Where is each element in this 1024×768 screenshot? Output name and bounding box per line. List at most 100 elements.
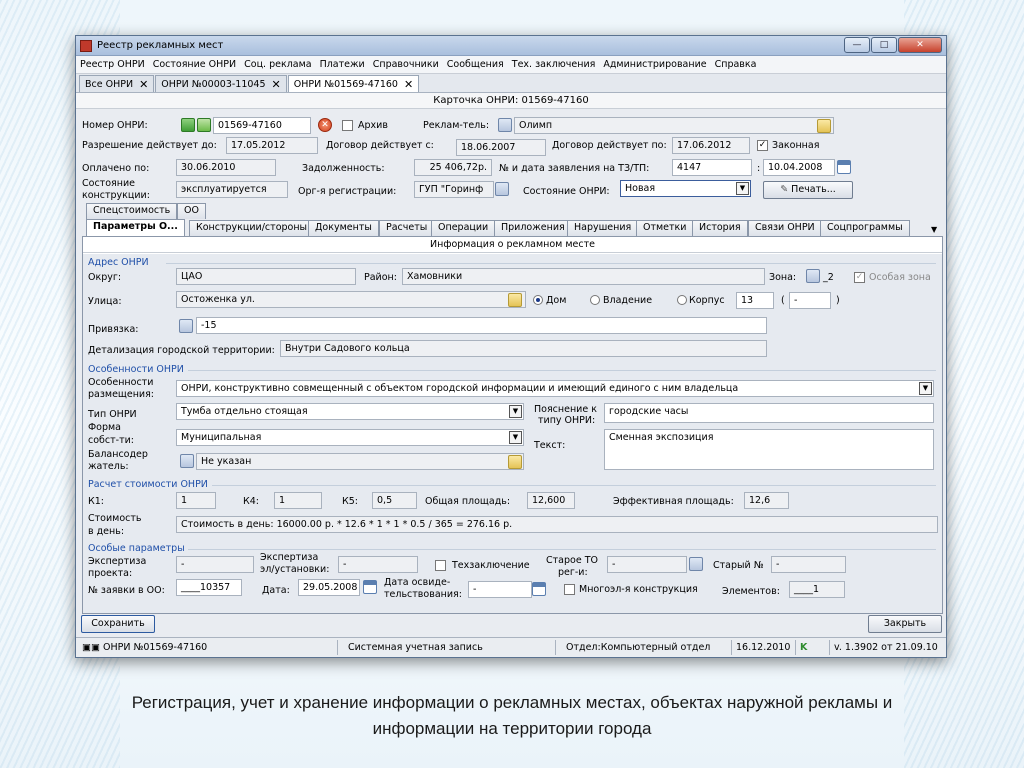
folder-icon[interactable] bbox=[508, 293, 522, 307]
k1-field[interactable]: 1 bbox=[176, 492, 216, 509]
reg-org-field[interactable]: ГУП "Горинф bbox=[414, 181, 494, 198]
menu-tech-conclusions[interactable]: Тех. заключения bbox=[512, 59, 596, 70]
expertise-el-field[interactable]: - bbox=[338, 556, 418, 573]
chevron-down-icon[interactable]: ▼ bbox=[736, 182, 749, 195]
old-to-field[interactable]: - bbox=[607, 556, 687, 573]
expertise-field[interactable]: - bbox=[176, 556, 254, 573]
date-field[interactable]: 29.05.2008 bbox=[298, 579, 360, 596]
doc-tab-all[interactable]: Все ОНРИ ✕ bbox=[79, 75, 155, 92]
advertiser-field[interactable]: Олимп bbox=[514, 117, 834, 134]
menu-state[interactable]: Состояние ОНРИ bbox=[153, 59, 236, 70]
folder-icon[interactable] bbox=[508, 455, 522, 469]
edit-icon[interactable] bbox=[806, 269, 820, 283]
menu-messages[interactable]: Сообщения bbox=[447, 59, 504, 70]
tab-violations[interactable]: Нарушения bbox=[567, 220, 639, 236]
survey-date-field[interactable]: - bbox=[468, 581, 532, 598]
close-icon[interactable]: ✕ bbox=[272, 78, 281, 91]
house-number-field[interactable]: 13 bbox=[736, 292, 774, 309]
tab-attachments[interactable]: Приложения bbox=[494, 220, 572, 236]
edit-icon[interactable] bbox=[179, 319, 193, 333]
archive-checkbox[interactable] bbox=[342, 120, 353, 131]
k5-field[interactable]: 0,5 bbox=[372, 492, 417, 509]
tab-operations[interactable]: Операции bbox=[431, 220, 496, 236]
area-field[interactable]: Хамовники bbox=[402, 268, 765, 285]
tab-special-cost[interactable]: Спецстоимость bbox=[86, 203, 178, 219]
menu-help[interactable]: Справка bbox=[715, 59, 757, 70]
holder-field[interactable]: Не указан bbox=[196, 453, 524, 470]
street-field[interactable]: Остоженка ул. bbox=[176, 291, 526, 308]
type-explanation-field[interactable]: городские часы bbox=[604, 403, 934, 423]
letter-field[interactable]: - bbox=[789, 292, 831, 309]
save-button[interactable]: Сохранить bbox=[81, 615, 155, 633]
special-zone-checkbox[interactable]: ✓ bbox=[854, 272, 865, 283]
application-date-field[interactable]: 10.04.2008 bbox=[763, 159, 835, 176]
edit-icon[interactable] bbox=[498, 118, 512, 132]
total-area-field[interactable]: 12,600 bbox=[527, 492, 575, 509]
construction-state-field[interactable]: эксплуатируется bbox=[176, 181, 288, 198]
type-select[interactable]: Тумба отдельно стоящая ▼ bbox=[176, 403, 524, 420]
tab-links[interactable]: Связи ОНРИ bbox=[748, 220, 822, 236]
detail-field[interactable]: Внутри Садового кольца bbox=[280, 340, 767, 357]
tab-oo[interactable]: ОО bbox=[177, 203, 206, 219]
effective-area-field[interactable]: 12,6 bbox=[744, 492, 789, 509]
menu-references[interactable]: Справочники bbox=[373, 59, 439, 70]
contract-from-field[interactable]: 18.06.2007 bbox=[456, 139, 546, 156]
binding-field[interactable]: -15 bbox=[196, 317, 767, 334]
tab-calculations[interactable]: Расчеты bbox=[379, 220, 435, 236]
menu-payments[interactable]: Платежи bbox=[320, 59, 365, 70]
elements-field[interactable]: ____1 bbox=[789, 581, 845, 598]
text-field[interactable]: Сменная экспозиция bbox=[604, 429, 934, 470]
calendar-icon[interactable] bbox=[363, 580, 377, 594]
calendar-icon[interactable] bbox=[837, 160, 851, 174]
placement-select[interactable]: ОНРИ, конструктивно совмещенный с объект… bbox=[176, 380, 934, 397]
tab-marks[interactable]: Отметки bbox=[636, 220, 694, 236]
state-select[interactable]: Новая ▼ bbox=[620, 180, 751, 197]
folder-icon[interactable] bbox=[817, 119, 831, 133]
cost-field[interactable]: Стоимость в день: 16000.00 р. * 12.6 * 1… bbox=[176, 516, 938, 533]
ownership-select[interactable]: Муниципальная ▼ bbox=[176, 429, 524, 446]
minimize-button[interactable]: — bbox=[844, 37, 870, 53]
chevron-down-icon[interactable]: ▼ bbox=[509, 431, 522, 444]
menu-social-ads[interactable]: Соц. реклама bbox=[244, 59, 311, 70]
tabs-overflow-icon[interactable]: ▼ bbox=[931, 224, 937, 235]
close-button[interactable]: Закрыть bbox=[868, 615, 942, 633]
refresh-icon[interactable] bbox=[181, 118, 195, 132]
permit-field[interactable]: 17.05.2012 bbox=[226, 137, 318, 154]
tab-documents[interactable]: Документы bbox=[308, 220, 379, 236]
check-icon[interactable] bbox=[197, 118, 211, 132]
paid-field[interactable]: 30.06.2010 bbox=[176, 159, 276, 176]
k4-field[interactable]: 1 bbox=[274, 492, 322, 509]
legal-checkbox[interactable]: ✓ bbox=[757, 140, 768, 151]
house-radio[interactable] bbox=[533, 295, 543, 305]
request-number-field[interactable]: ____10357 bbox=[176, 579, 242, 596]
application-number-field[interactable]: 4147 bbox=[672, 159, 752, 176]
district-field[interactable]: ЦАО bbox=[176, 268, 356, 285]
doc-tab-01569[interactable]: ОНРИ №01569-47160 ✕ bbox=[287, 75, 420, 92]
old-number-field[interactable]: - bbox=[771, 556, 846, 573]
tab-params[interactable]: Параметры О... bbox=[86, 219, 185, 236]
building-radio[interactable] bbox=[677, 295, 687, 305]
menu-registry[interactable]: Реестр ОНРИ bbox=[80, 59, 145, 70]
possession-radio[interactable] bbox=[590, 295, 600, 305]
tech-conclusion-checkbox[interactable] bbox=[435, 560, 446, 571]
menu-admin[interactable]: Администрирование bbox=[603, 59, 706, 70]
chevron-down-icon[interactable]: ▼ bbox=[919, 382, 932, 395]
edit-icon[interactable] bbox=[495, 182, 509, 196]
clear-icon[interactable]: ✕ bbox=[318, 118, 332, 132]
num-field[interactable]: 01569-47160 bbox=[213, 117, 311, 134]
maximize-button[interactable]: □ bbox=[871, 37, 897, 53]
edit-icon[interactable] bbox=[180, 454, 194, 468]
tab-history[interactable]: История bbox=[692, 220, 748, 236]
tab-social-programs[interactable]: Соцпрограммы bbox=[820, 220, 910, 236]
multi-element-checkbox[interactable] bbox=[564, 584, 575, 595]
debt-field[interactable]: 25 406,72р. bbox=[414, 159, 492, 176]
print-button[interactable]: ✎ Печать... bbox=[763, 181, 853, 199]
tab-constructions[interactable]: Конструкции/стороны bbox=[189, 220, 315, 236]
calendar-icon[interactable] bbox=[532, 582, 546, 596]
close-icon[interactable]: ✕ bbox=[404, 78, 413, 91]
edit-icon[interactable] bbox=[689, 557, 703, 571]
doc-tab-00003[interactable]: ОНРИ №00003-11045 ✕ bbox=[155, 75, 287, 92]
close-window-button[interactable]: ✕ bbox=[898, 37, 942, 53]
close-icon[interactable]: ✕ bbox=[139, 78, 148, 91]
contract-to-field[interactable]: 17.06.2012 bbox=[672, 137, 750, 154]
